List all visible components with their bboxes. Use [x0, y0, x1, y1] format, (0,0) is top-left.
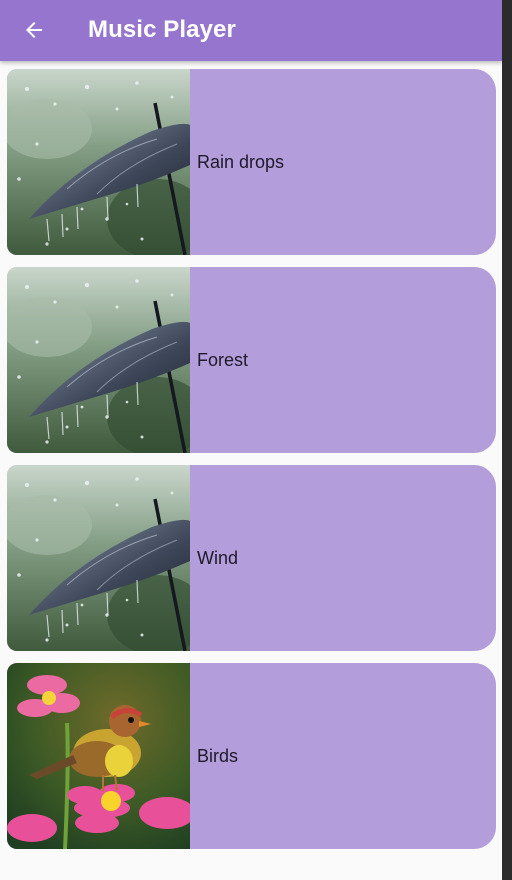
track-card-rain-drops[interactable]: Rain drops	[7, 69, 496, 255]
track-title: Rain drops	[197, 151, 285, 172]
track-card-forest[interactable]: Forest	[7, 267, 496, 453]
track-thumbnail	[7, 663, 190, 849]
track-title: Wind	[197, 547, 239, 568]
app-bar: Music Player	[0, 0, 502, 61]
track-title: Birds	[197, 745, 239, 766]
track-thumbnail	[7, 267, 190, 453]
track-title: Forest	[197, 349, 249, 370]
track-thumbnail	[7, 69, 190, 255]
page-title: Music Player	[88, 16, 236, 43]
arrow-left-icon	[26, 22, 42, 38]
back-button[interactable]	[14, 10, 54, 50]
screen: Music Player Rain drops Forest Wind Bird…	[0, 0, 502, 880]
track-card-birds[interactable]: Birds	[7, 663, 496, 849]
track-card-wind[interactable]: Wind	[7, 465, 496, 651]
track-thumbnail	[7, 465, 190, 651]
